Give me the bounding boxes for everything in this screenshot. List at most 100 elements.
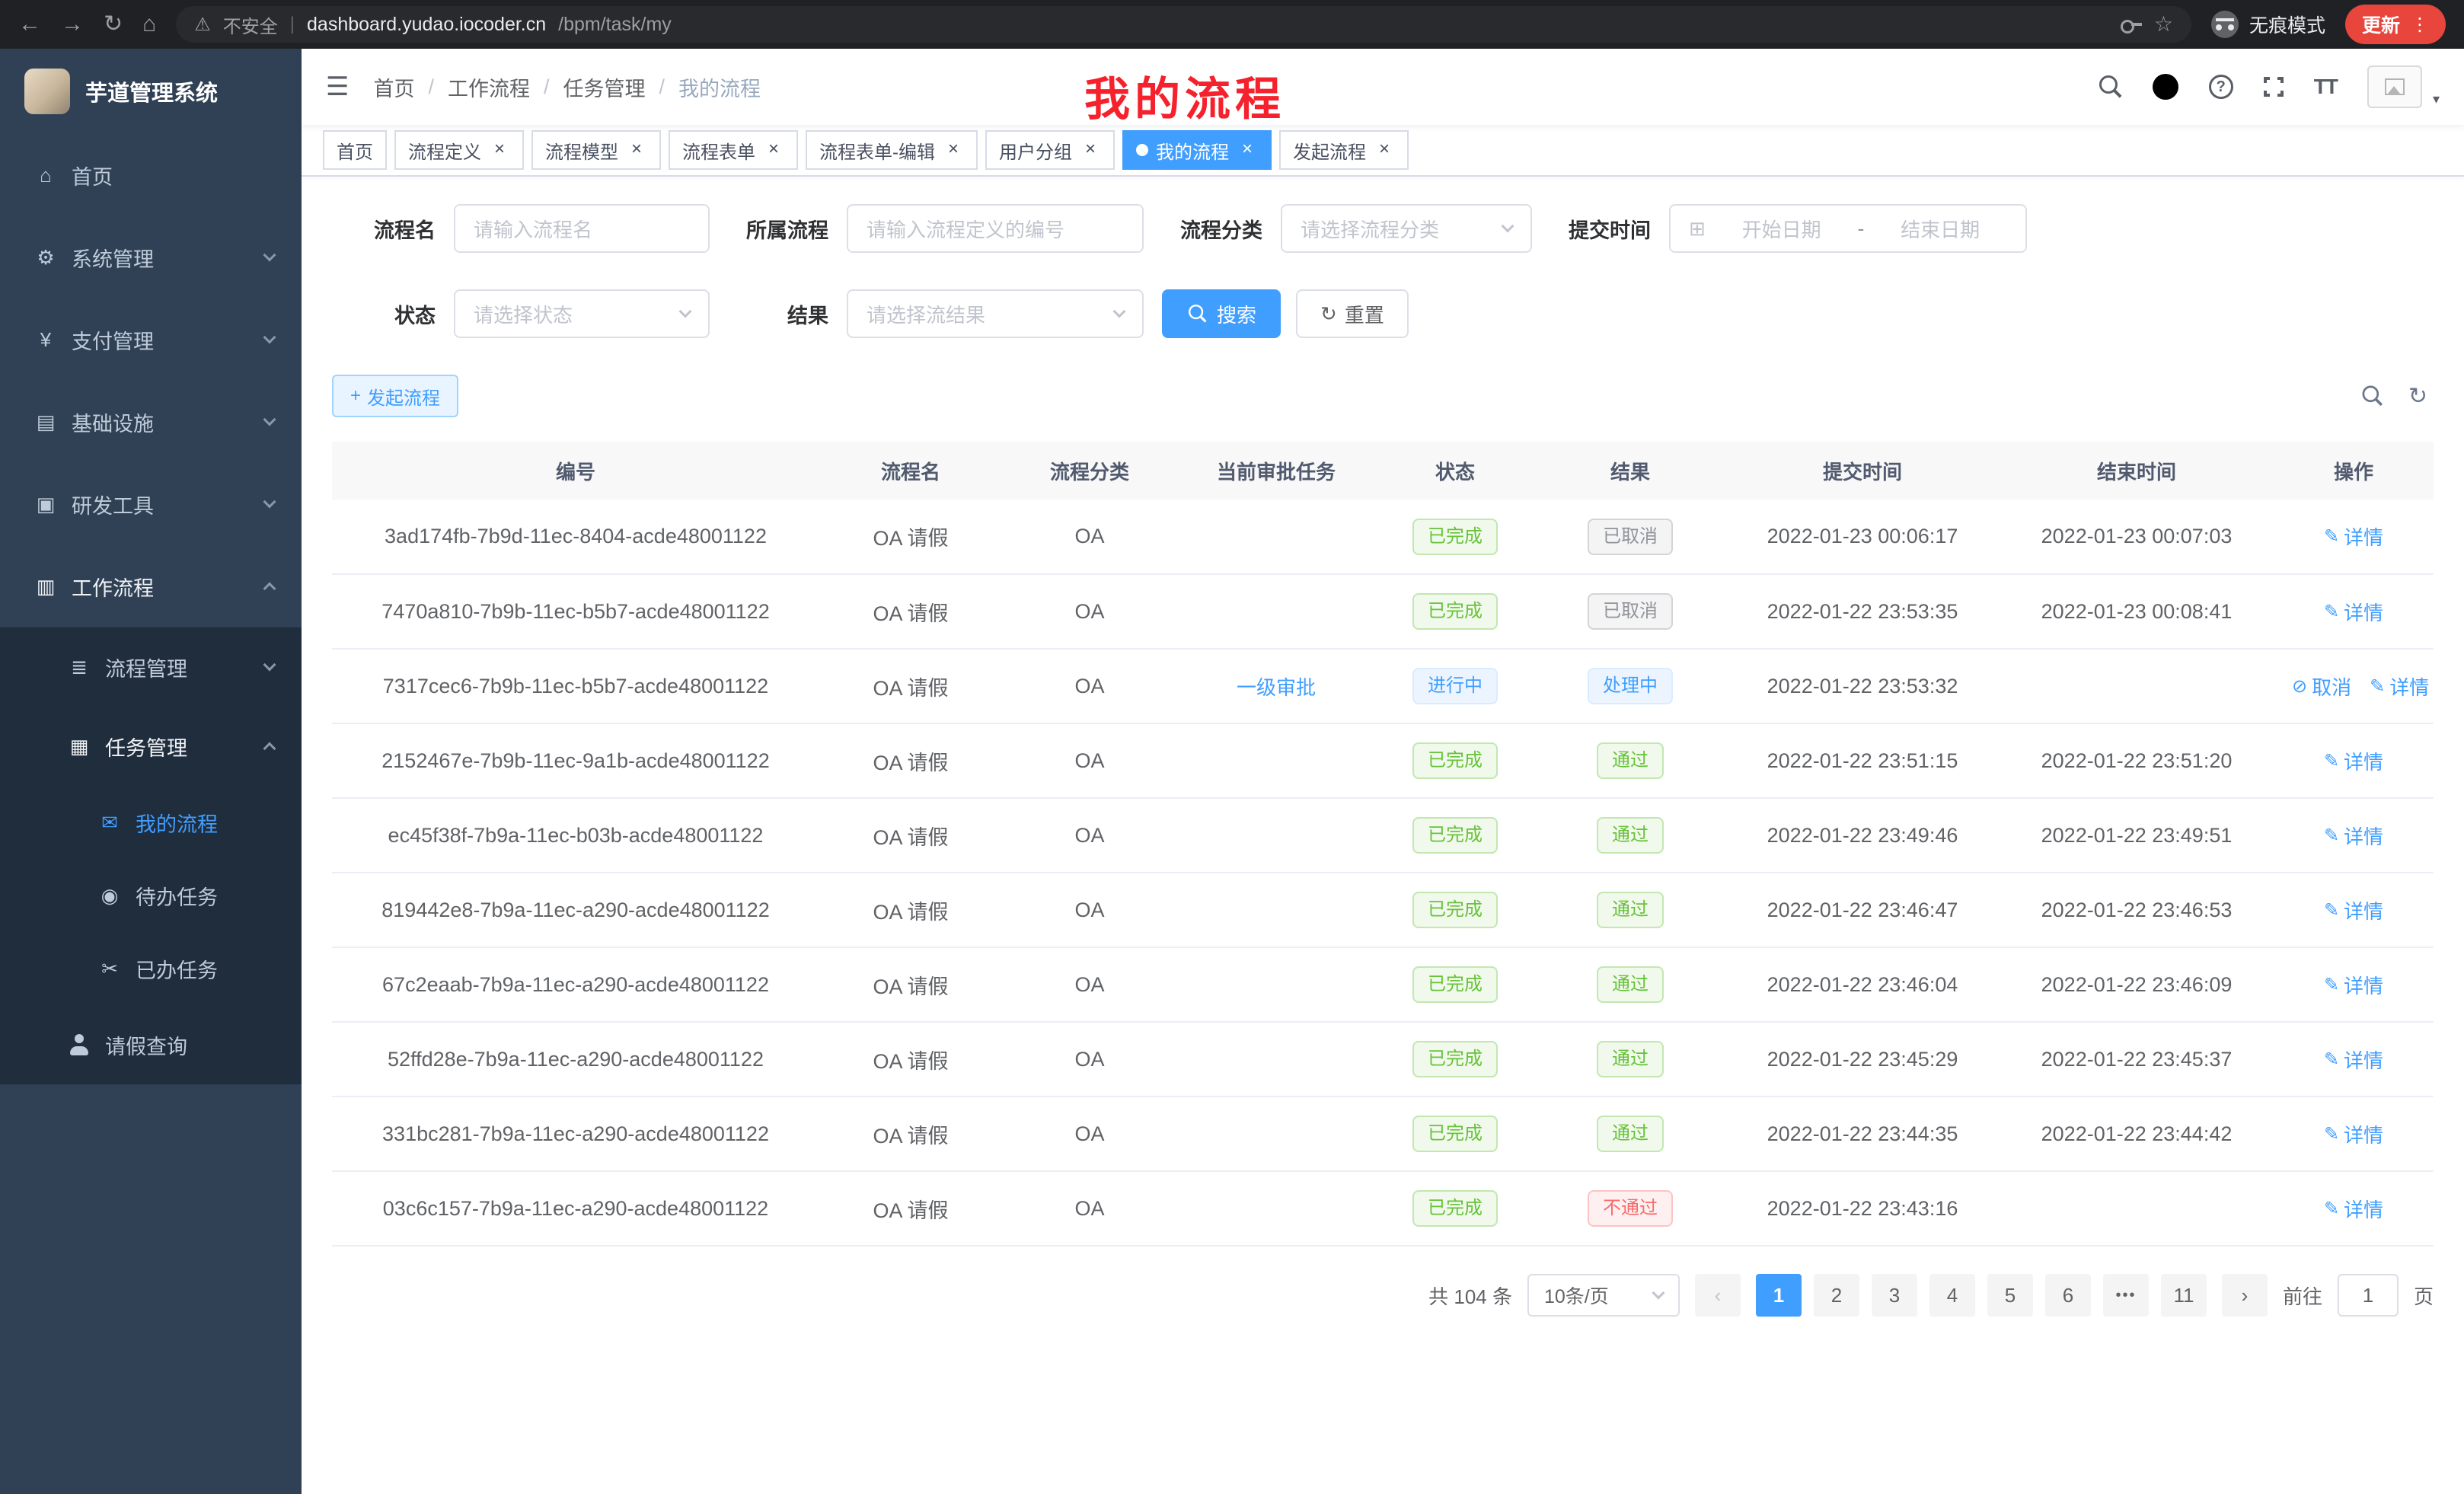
cell-submit-time: 2022-01-22 23:44:35 <box>1725 1097 2000 1171</box>
cell-actions: ✎详情 <box>2274 1022 2434 1097</box>
tab-label: 流程表单 <box>682 137 755 164</box>
pagination-page-3[interactable]: 3 <box>1872 1274 1917 1317</box>
prev-page-button[interactable]: ‹ <box>1695 1274 1741 1317</box>
cell-status: 已完成 <box>1375 873 1535 947</box>
close-icon[interactable]: × <box>489 139 510 161</box>
address-bar[interactable]: ⚠ 不安全 | dashboard.yudao.iocoder.cn/bpm/t… <box>176 6 2191 43</box>
sidebar-item-payment[interactable]: ¥支付管理 <box>0 298 302 381</box>
next-page-button[interactable]: › <box>2222 1274 2268 1317</box>
pagination-page-1[interactable]: 1 <box>1756 1274 1802 1317</box>
status-select[interactable]: 请选择状态 <box>454 289 710 338</box>
chevron-down-icon <box>263 249 276 262</box>
cell-actions: ✎详情 <box>2274 723 2434 798</box>
tab-process-model[interactable]: 流程模型× <box>531 130 661 170</box>
close-icon[interactable]: × <box>763 139 784 161</box>
sidebar-item-workflow[interactable]: ▥工作流程 <box>0 545 302 627</box>
breadcrumb-item[interactable]: 任务管理 <box>563 72 646 102</box>
tab-my-process[interactable]: 我的流程× <box>1122 130 1272 170</box>
search-button[interactable]: 搜索 <box>1162 289 1281 338</box>
font-size-icon[interactable]: TT <box>2314 75 2337 99</box>
process-def-input[interactable]: 请输入流程定义的编号 <box>847 204 1144 253</box>
process-name-label: 流程名 <box>332 214 454 244</box>
sidebar-item-infrastructure[interactable]: ▤基础设施 <box>0 381 302 463</box>
detail-action-link[interactable]: ✎详情 <box>2324 1195 2383 1223</box>
tab-process-form[interactable]: 流程表单 × <box>669 130 798 170</box>
detail-action-link[interactable]: ✎详情 <box>2324 896 2383 924</box>
table-row: 67c2eaab-7b9a-11ec-a290-acde48001122OA 请… <box>332 947 2434 1022</box>
detail-action-label: 详情 <box>2344 522 2383 551</box>
sidebar-item-system[interactable]: ⚙系统管理 <box>0 216 302 298</box>
detail-action-link[interactable]: ✎详情 <box>2370 672 2429 701</box>
logo[interactable]: 芋道管理系统 <box>0 49 302 134</box>
github-icon[interactable] <box>2153 74 2178 100</box>
sidebar-item-process-manage[interactable]: ≣流程管理 <box>0 627 302 707</box>
detail-action-link[interactable]: ✎详情 <box>2324 971 2383 999</box>
refresh-list-icon[interactable]: ↻ <box>2408 383 2427 410</box>
pagination-page-4[interactable]: 4 <box>1929 1274 1975 1317</box>
create-process-button[interactable]: + 发起流程 <box>332 375 458 417</box>
cell-name: OA 请假 <box>819 574 1002 649</box>
fullscreen-icon[interactable] <box>2264 77 2284 97</box>
close-icon[interactable]: × <box>1237 139 1258 161</box>
detail-action-link[interactable]: ✎详情 <box>2324 822 2383 850</box>
chevron-down-icon <box>263 496 276 509</box>
tab-process-definition[interactable]: 流程定义× <box>394 130 524 170</box>
pagination-more-button[interactable]: ••• <box>2103 1274 2149 1317</box>
avatar[interactable] <box>2367 65 2422 108</box>
reset-button[interactable]: ↻ 重置 <box>1296 289 1409 338</box>
toggle-search-icon[interactable] <box>2362 386 2383 407</box>
sidebar-item-done-task[interactable]: ✂已办任务 <box>0 932 302 1005</box>
breadcrumb-item[interactable]: 首页 <box>373 72 414 102</box>
help-icon[interactable]: ? <box>2209 75 2233 99</box>
sidebar-item-my-process[interactable]: ✉我的流程 <box>0 786 302 859</box>
category-select[interactable]: 请选择流程分类 <box>1281 204 1532 253</box>
page-size-select[interactable]: 10条/页 <box>1527 1274 1680 1317</box>
tab-home[interactable]: 首页 <box>323 130 387 170</box>
cell-name: OA 请假 <box>819 1097 1002 1171</box>
pagination-page-11[interactable]: 11 <box>2161 1274 2207 1317</box>
detail-action-link[interactable]: ✎详情 <box>2324 747 2383 775</box>
pagination-page-2[interactable]: 2 <box>1814 1274 1859 1317</box>
password-key-icon[interactable] <box>2121 17 2142 32</box>
cancel-action-link[interactable]: ⊘取消 <box>2292 672 2351 701</box>
pagination-page-5[interactable]: 5 <box>1987 1274 2033 1317</box>
forward-icon[interactable]: → <box>61 13 84 36</box>
pagination-page-6[interactable]: 6 <box>2045 1274 2091 1317</box>
detail-action-link[interactable]: ✎详情 <box>2324 522 2383 551</box>
cell-name: OA 请假 <box>819 649 1002 723</box>
detail-action-link[interactable]: ✎详情 <box>2324 598 2383 626</box>
search-icon[interactable] <box>2099 75 2122 98</box>
sidebar-item-task-manage[interactable]: ▦任务管理 <box>0 707 302 786</box>
update-button[interactable]: 更新 ⋮ <box>2345 5 2446 44</box>
back-icon[interactable]: ← <box>18 13 41 36</box>
sidebar-item-dev-tools[interactable]: ▣研发工具 <box>0 463 302 545</box>
home-icon[interactable]: ⌂ <box>142 13 156 36</box>
cell-submit-time: 2022-01-22 23:51:15 <box>1725 723 2000 798</box>
bookmark-star-icon[interactable]: ☆ <box>2154 14 2173 35</box>
avatar-caret-icon[interactable]: ▾ <box>2433 91 2440 107</box>
detail-action-link[interactable]: ✎详情 <box>2324 1045 2383 1074</box>
hamburger-icon[interactable]: ☰ <box>302 72 373 102</box>
breadcrumb-item[interactable]: 工作流程 <box>448 72 530 102</box>
tab-process-form-edit[interactable]: 流程表单-编辑× <box>806 130 978 170</box>
tab-start-process[interactable]: 发起流程× <box>1279 130 1409 170</box>
browser-menu-icon[interactable]: ⋮ <box>2411 14 2429 36</box>
submit-time-range[interactable]: ⊞ 开始日期 - 结束日期 <box>1669 204 2027 253</box>
reload-icon[interactable]: ↻ <box>104 13 123 36</box>
result-label: 结果 <box>710 299 847 329</box>
task-manage-icon: ▦ <box>67 735 91 758</box>
detail-action-link[interactable]: ✎详情 <box>2324 1120 2383 1148</box>
result-select[interactable]: 请选择流结果 <box>847 289 1144 338</box>
task-link[interactable]: 一级审批 <box>1237 676 1316 699</box>
sidebar-item-home[interactable]: ⌂首页 <box>0 134 302 216</box>
security-label[interactable]: 不安全 <box>223 11 278 38</box>
sidebar-item-leave-query[interactable]: 请假查询 <box>0 1005 302 1084</box>
close-icon[interactable]: × <box>626 139 647 161</box>
process-name-input[interactable]: 请输入流程名 <box>454 204 710 253</box>
close-icon[interactable]: × <box>943 139 964 161</box>
jump-page-input[interactable] <box>2338 1274 2399 1317</box>
close-icon[interactable]: × <box>1374 139 1395 161</box>
tab-user-group[interactable]: 用户分组× <box>985 130 1115 170</box>
close-icon[interactable]: × <box>1080 139 1101 161</box>
sidebar-item-todo-task[interactable]: ◉待办任务 <box>0 859 302 932</box>
